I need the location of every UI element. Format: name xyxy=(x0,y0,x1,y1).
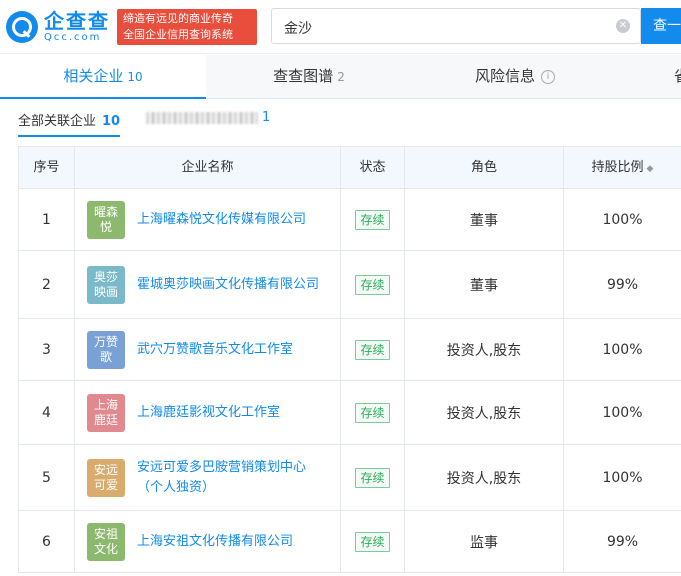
share-cell: 100% xyxy=(563,319,681,380)
status-cell: 存续 xyxy=(340,319,404,380)
tab-label: 查查图谱 xyxy=(273,67,334,85)
logo-english: Qcc.com xyxy=(44,32,102,43)
company-avatar[interactable]: 万赞歌 xyxy=(87,330,125,369)
status-cell: 存续 xyxy=(340,251,404,318)
table-row: 2 奥莎映画 霍城奥莎映画文化传播有限公司 存续 董事 99% xyxy=(18,251,681,319)
company-name-link[interactable]: 武穴万赞歌音乐文化工作室 xyxy=(137,340,323,360)
company-avatar[interactable]: 奥莎映画 xyxy=(87,265,125,304)
table-header: 序号 企业名称 状态 角色 持股比例 ◆ xyxy=(18,147,681,189)
slogan-banner: 缔造有远见的商业传奇 全国企业信用查询系统 xyxy=(117,9,257,45)
company-cell: 曜森悦 上海曜森悦文化传媒有限公司 xyxy=(74,189,340,250)
tab-label: 相关企业 xyxy=(63,67,124,85)
status-cell: 存续 xyxy=(340,511,404,572)
table-row: 1 曜森悦 上海曜森悦文化传媒有限公司 存续 董事 100% xyxy=(18,189,681,251)
sort-icon[interactable]: ◆ xyxy=(647,164,654,174)
company-name-link[interactable]: 上海鹿廷影视文化工作室 xyxy=(137,403,323,423)
blurred-label xyxy=(146,111,258,124)
share-cell: 100% xyxy=(563,189,681,250)
company-avatar[interactable]: 安远可爱 xyxy=(87,458,125,497)
tab-related-companies[interactable]: 相关企业 10 xyxy=(0,55,206,99)
share-cell: 100% xyxy=(563,445,681,510)
slogan-line-2: 全国企业信用查询系统 xyxy=(123,28,233,41)
qcc-logo[interactable]: 企查查 Qcc.com xyxy=(6,8,110,46)
related-companies-table: 序号 企业名称 状态 角色 持股比例 ◆ 1 曜森悦 上海曜森悦文化传媒有限公司 存续董… xyxy=(18,146,681,573)
tab-count: 10 xyxy=(127,70,143,84)
company-cell: 安祖文化 上海安祖文化传播有限公司 xyxy=(74,511,340,572)
company-name-link[interactable]: 上海曜森悦文化传媒有限公司 xyxy=(137,210,323,230)
share-cell: 100% xyxy=(563,381,681,444)
table-row: 4 上海鹿廷 上海鹿廷影视文化工作室 存续 投资人,股东 100% xyxy=(18,381,681,445)
tab-label: 风险信息 xyxy=(474,67,535,85)
row-number: 1 xyxy=(18,189,74,250)
table-row: 5 安远可爱 安远可爱多巴胺营销策划中心（个人独资） 存续 投资人,股东 100% xyxy=(18,445,681,511)
row-number: 5 xyxy=(18,445,74,510)
column-header-share-label: 持股比例 xyxy=(591,160,644,175)
filter-label: 全部关联企业 xyxy=(18,114,97,129)
status-badge: 存续 xyxy=(355,274,390,295)
search-button[interactable]: 查一 xyxy=(641,8,681,44)
company-name-link[interactable]: 上海安祖文化传播有限公司 xyxy=(137,532,323,552)
logo-text: 企查查 Qcc.com xyxy=(44,10,110,44)
filter-count: 1 xyxy=(262,110,271,125)
close-circle-icon[interactable]: ✕ xyxy=(616,19,630,33)
column-header-no: 序号 xyxy=(18,147,74,188)
role-cell: 投资人,股东 xyxy=(404,381,563,444)
filter-count: 10 xyxy=(102,114,121,129)
column-header-share[interactable]: 持股比例 ◆ xyxy=(563,147,681,188)
company-cell: 万赞歌 武穴万赞歌音乐文化工作室 xyxy=(74,319,340,380)
share-cell: 99% xyxy=(563,251,681,318)
search-logo-icon xyxy=(6,11,38,43)
tab-count: 2 xyxy=(337,70,345,84)
company-cell: 奥莎映画 霍城奥莎映画文化传播有限公司 xyxy=(74,251,340,318)
filter-blurred-option[interactable]: 1 xyxy=(146,110,270,125)
column-header-status: 状态 xyxy=(340,147,404,188)
table-row: 6 安祖文化 上海安祖文化传播有限公司 存续 监事 99% xyxy=(18,511,681,573)
status-badge: 存续 xyxy=(355,209,390,230)
share-cell: 99% xyxy=(563,511,681,572)
status-cell: 存续 xyxy=(340,445,404,510)
search-query-text: 金沙 xyxy=(284,21,312,37)
company-avatar[interactable]: 曜森悦 xyxy=(87,200,125,239)
row-number: 3 xyxy=(18,319,74,380)
logo-chinese: 企查查 xyxy=(44,9,110,33)
filter-all-related[interactable]: 全部关联企业 10 xyxy=(18,110,121,137)
role-cell: 董事 xyxy=(404,251,563,318)
company-avatar[interactable]: 上海鹿廷 xyxy=(87,393,125,432)
role-cell: 董事 xyxy=(404,189,563,250)
column-header-role: 角色 xyxy=(404,147,563,188)
result-tabs: 相关企业10 查查图谱2 风险信息 i 省 xyxy=(0,55,681,99)
status-cell: 存续 xyxy=(340,381,404,444)
top-header: 企查查 Qcc.com 缔造有远见的商业传奇 全国企业信用查询系统 金沙 ✕ 查… xyxy=(0,0,681,54)
info-icon: i xyxy=(541,69,555,84)
company-cell: 上海鹿廷 上海鹿廷影视文化工作室 xyxy=(74,381,340,444)
company-cell: 安远可爱 安远可爱多巴胺营销策划中心（个人独资） xyxy=(74,445,340,510)
company-name-link[interactable]: 霍城奥莎映画文化传播有限公司 xyxy=(137,275,323,295)
company-avatar[interactable]: 安祖文化 xyxy=(87,522,125,561)
status-cell: 存续 xyxy=(340,189,404,250)
row-number: 2 xyxy=(18,251,74,318)
table-row: 3 万赞歌 武穴万赞歌音乐文化工作室 存续 投资人,股东 100% xyxy=(18,319,681,381)
row-number: 6 xyxy=(18,511,74,572)
role-cell: 投资人,股东 xyxy=(404,319,563,380)
tab-relation-graph[interactable]: 查查图谱 2 xyxy=(206,55,412,99)
company-name-link[interactable]: 安远可爱多巴胺营销策划中心（个人独资） xyxy=(137,458,323,498)
table-body: 1 曜森悦 上海曜森悦文化传媒有限公司 存续 董事 100% 2 奥莎映画 霍城奥莎映画文化传播… xyxy=(18,189,681,573)
status-badge: 存续 xyxy=(355,467,390,488)
role-cell: 监事 xyxy=(404,511,563,572)
role-cell: 投资人,股东 xyxy=(404,445,563,510)
status-badge: 存续 xyxy=(355,531,390,552)
row-number: 4 xyxy=(18,381,74,444)
status-badge: 存续 xyxy=(355,339,390,360)
tab-province[interactable]: 省 xyxy=(618,55,681,99)
tab-label: 省 xyxy=(674,67,681,85)
status-badge: 存续 xyxy=(355,402,390,423)
search-input[interactable]: 金沙 ✕ xyxy=(271,8,641,44)
tab-risk-info[interactable]: 风险信息 i xyxy=(412,55,618,99)
slogan-line-1: 缔造有远见的商业传奇 xyxy=(123,12,233,25)
column-header-name: 企业名称 xyxy=(74,147,340,188)
